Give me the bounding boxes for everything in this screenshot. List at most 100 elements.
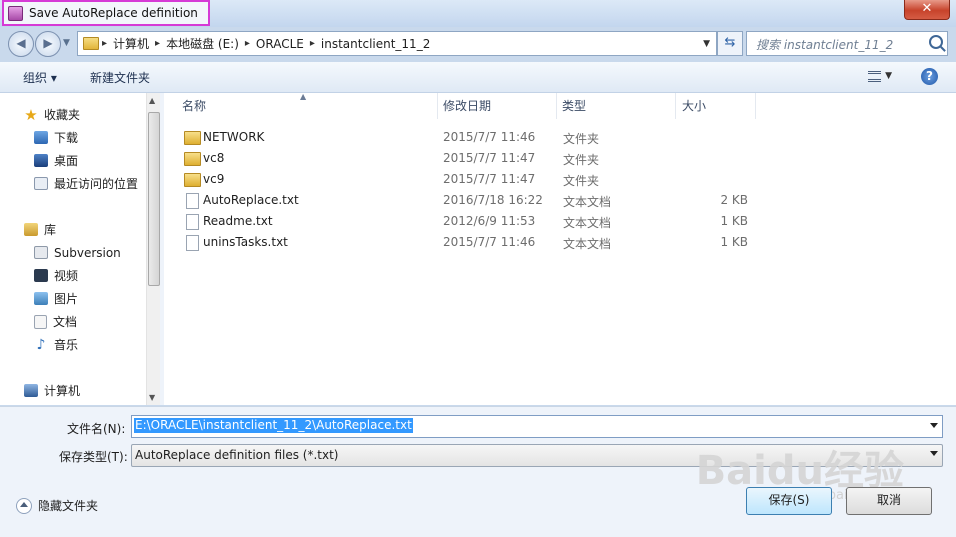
file-type: 文件夹: [563, 174, 600, 188]
nav-favorites-label: 收藏夹: [44, 108, 81, 122]
forward-arrow-icon[interactable]: ▶: [35, 31, 61, 57]
nav-libraries-label: 库: [44, 223, 57, 237]
nav-item-subversion[interactable]: Subversion: [34, 242, 121, 263]
file-row[interactable]: AutoReplace.txt 2016/7/18 16:22 文本文档 2 K…: [164, 190, 944, 211]
folder-icon: [184, 131, 201, 145]
nav-item-music[interactable]: ♪ 音乐: [34, 334, 78, 355]
file-size: 2 KB: [720, 193, 748, 207]
filetype-value: AutoReplace definition files (*.txt): [135, 448, 339, 462]
file-type: 文件夹: [563, 153, 600, 167]
chevron-right-icon[interactable]: ▸: [99, 38, 110, 49]
column-header-name[interactable]: 名称: [176, 93, 438, 119]
document-icon: [34, 314, 47, 329]
command-toolbar: 组织 ▾ 新建文件夹 ▼ ?: [0, 62, 956, 93]
nav-item-label: 视频: [54, 269, 79, 283]
chevron-right-icon[interactable]: ▸: [152, 38, 163, 49]
nav-item-downloads[interactable]: 下载: [34, 127, 78, 148]
file-size: 1 KB: [720, 214, 748, 228]
back-arrow-icon[interactable]: ◀: [8, 31, 34, 57]
nav-item-recent[interactable]: 最近访问的位置: [34, 173, 138, 194]
file-row[interactable]: Readme.txt 2012/6/9 11:53 文本文档 1 KB: [164, 211, 944, 232]
folder-icon: [184, 152, 201, 166]
scroll-up-icon[interactable]: ▲: [149, 96, 155, 105]
nav-item-documents[interactable]: 文档: [34, 311, 77, 332]
folder-icon: [184, 173, 201, 187]
save-button[interactable]: 保存(S): [746, 487, 832, 515]
close-button[interactable]: ✕: [904, 0, 950, 20]
file-type: 文本文档: [563, 216, 612, 230]
filename-value[interactable]: E:\ORACLE\instantclient_11_2\AutoReplace…: [134, 418, 413, 433]
column-header-type[interactable]: 类型: [556, 93, 676, 119]
view-dropdown-icon[interactable]: ▼: [885, 71, 892, 81]
file-name: vc9: [203, 172, 225, 186]
nav-computer-label: 计算机: [44, 384, 81, 398]
window-title: Save AutoReplace definition: [29, 6, 198, 20]
nav-computer[interactable]: 计算机: [24, 380, 80, 401]
music-icon: ♪: [36, 336, 46, 353]
history-dropdown-icon[interactable]: ▼: [63, 38, 70, 48]
download-icon: [34, 131, 48, 144]
folder-icon: [83, 37, 99, 50]
text-file-icon: [186, 214, 199, 230]
scroll-down-icon[interactable]: ▼: [149, 393, 155, 402]
search-input[interactable]: 搜索 instantclient_11_2: [746, 31, 948, 56]
file-date: 2015/7/7 11:46: [443, 130, 536, 144]
file-name: AutoReplace.txt: [203, 193, 299, 207]
file-date: 2015/7/7 11:47: [443, 172, 536, 186]
nav-scroll-thumb[interactable]: [148, 112, 160, 286]
nav-item-label: 最近访问的位置: [54, 177, 139, 191]
filename-dropdown-icon[interactable]: [930, 423, 938, 428]
new-folder-button[interactable]: 新建文件夹: [90, 69, 150, 86]
chevron-down-icon[interactable]: [930, 451, 938, 456]
nav-item-pictures[interactable]: 图片: [34, 288, 78, 309]
file-row[interactable]: vc8 2015/7/7 11:47 文件夹: [164, 148, 944, 169]
view-options-icon[interactable]: [868, 71, 881, 82]
file-row[interactable]: uninsTasks.txt 2015/7/7 11:46 文本文档 1 KB: [164, 232, 944, 253]
cancel-button[interactable]: 取消: [846, 487, 932, 515]
column-header-date[interactable]: 修改日期: [437, 93, 557, 119]
file-type: 文本文档: [563, 195, 612, 209]
address-row: ◀ ▶ ▼ ▸ 计算机 ▸ 本地磁盘 (E:) ▸ ORACLE ▸ insta…: [0, 27, 956, 59]
nav-item-desktop[interactable]: 桌面: [34, 150, 78, 171]
file-row[interactable]: vc9 2015/7/7 11:47 文件夹: [164, 169, 944, 190]
breadcrumb-computer[interactable]: 计算机: [110, 35, 152, 52]
nav-favorites[interactable]: ★ 收藏夹: [24, 104, 80, 125]
refresh-icon[interactable]: ⇆: [717, 31, 743, 56]
help-icon[interactable]: ?: [921, 68, 938, 85]
chevron-right-icon[interactable]: ▸: [307, 38, 318, 49]
window-title-box: Save AutoReplace definition: [2, 0, 210, 26]
star-icon: ★: [24, 105, 38, 124]
hide-folders-toggle[interactable]: 隐藏文件夹: [16, 497, 98, 514]
file-type: 文件夹: [563, 132, 600, 146]
nav-item-label: Subversion: [54, 245, 121, 260]
file-date: 2016/7/18 16:22: [443, 193, 543, 207]
nav-libraries[interactable]: 库: [24, 219, 56, 240]
breadcrumb-oracle[interactable]: ORACLE: [253, 37, 307, 51]
nav-item-videos[interactable]: 视频: [34, 265, 78, 286]
column-header-size[interactable]: 大小: [676, 93, 756, 119]
address-bar[interactable]: ▸ 计算机 ▸ 本地磁盘 (E:) ▸ ORACLE ▸ instantclie…: [77, 31, 717, 56]
recent-places-icon: [34, 177, 48, 190]
file-date: 2012/6/9 11:53: [443, 214, 536, 228]
file-row[interactable]: NETWORK 2015/7/7 11:46 文件夹: [164, 127, 944, 148]
collapse-arrow-icon: [16, 497, 32, 514]
chevron-right-icon[interactable]: ▸: [242, 38, 253, 49]
breadcrumb-drive[interactable]: 本地磁盘 (E:): [163, 35, 242, 52]
filename-field[interactable]: E:\ORACLE\instantclient_11_2\AutoReplace…: [131, 415, 943, 438]
desktop-icon: [34, 154, 48, 167]
file-name: vc8: [203, 151, 225, 165]
text-file-icon: [186, 235, 199, 251]
search-placeholder: 搜索 instantclient_11_2: [756, 38, 894, 52]
file-size: 1 KB: [720, 235, 748, 249]
filename-label: 文件名(N):: [67, 422, 126, 436]
hide-folders-label: 隐藏文件夹: [38, 499, 99, 513]
nav-item-label: 下载: [54, 131, 79, 145]
organize-button[interactable]: 组织 ▾: [23, 69, 57, 86]
nav-item-label: 音乐: [54, 338, 79, 352]
file-name: uninsTasks.txt: [203, 235, 288, 249]
search-icon[interactable]: [929, 35, 943, 49]
address-dropdown-icon[interactable]: ▼: [703, 39, 710, 49]
breadcrumb-instantclient[interactable]: instantclient_11_2: [318, 37, 433, 51]
nav-item-label: 文档: [53, 315, 78, 329]
file-type: 文本文档: [563, 237, 612, 251]
